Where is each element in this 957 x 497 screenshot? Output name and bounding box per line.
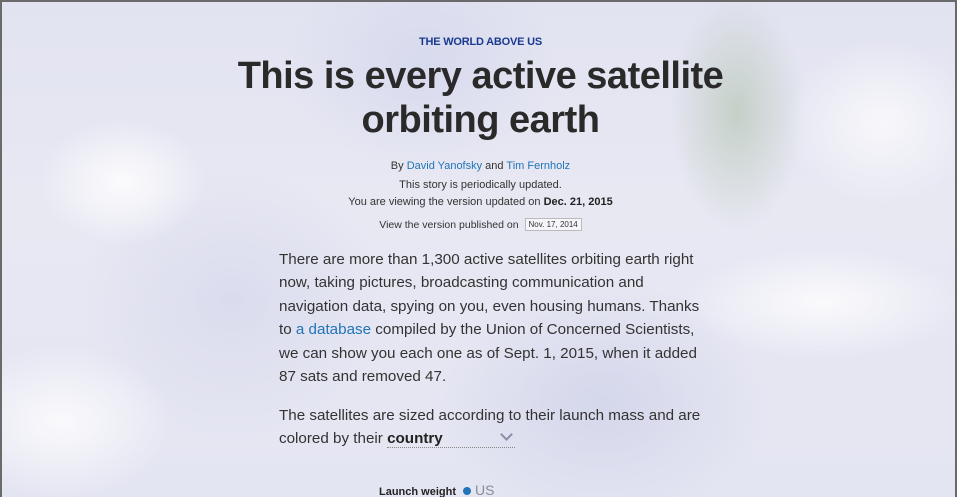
author-link-yanofsky[interactable]: David Yanofsky xyxy=(407,160,482,172)
viewing-version: You are viewing the version updated on D… xyxy=(2,196,955,208)
database-link[interactable]: a database xyxy=(296,321,371,338)
launch-weight-label: Launch weight xyxy=(379,486,456,497)
byline-by: By xyxy=(390,160,407,172)
us-color-dot xyxy=(463,487,471,495)
published-date-button[interactable]: Nov. 17, 2014 xyxy=(524,218,582,231)
legend: Launch weight US xyxy=(379,482,494,497)
chevron-down-icon xyxy=(500,428,513,442)
byline: By David Yanofsky and Tim Fernholz xyxy=(2,160,955,172)
page-title: This is every active satellite orbiting … xyxy=(2,54,955,142)
sizing-paragraph: The satellites are sized according to th… xyxy=(279,404,709,451)
byline-and: and xyxy=(482,160,507,172)
color-by-value: country xyxy=(387,430,443,448)
title-line-1: This is every active satellite xyxy=(237,55,724,97)
intro-paragraph: There are more than 1,300 active satelli… xyxy=(279,248,709,388)
legend-country-us: US xyxy=(475,482,495,497)
author-link-fernholz[interactable]: Tim Fernholz xyxy=(506,160,570,172)
viewing-prefix: You are viewing the version updated on xyxy=(348,196,544,208)
title-line-2: orbiting earth xyxy=(361,99,600,141)
page-frame: THE WORLD ABOVE US This is every active … xyxy=(0,0,957,497)
viewing-date: Dec. 21, 2015 xyxy=(543,196,613,208)
update-note: This story is periodically updated. xyxy=(399,179,562,191)
color-by-select[interactable]: country xyxy=(387,427,516,449)
published-version: View the version published on Nov. 17, 2… xyxy=(2,218,955,231)
published-prefix: View the version published on xyxy=(379,219,519,231)
kicker[interactable]: THE WORLD ABOVE US xyxy=(2,36,955,48)
